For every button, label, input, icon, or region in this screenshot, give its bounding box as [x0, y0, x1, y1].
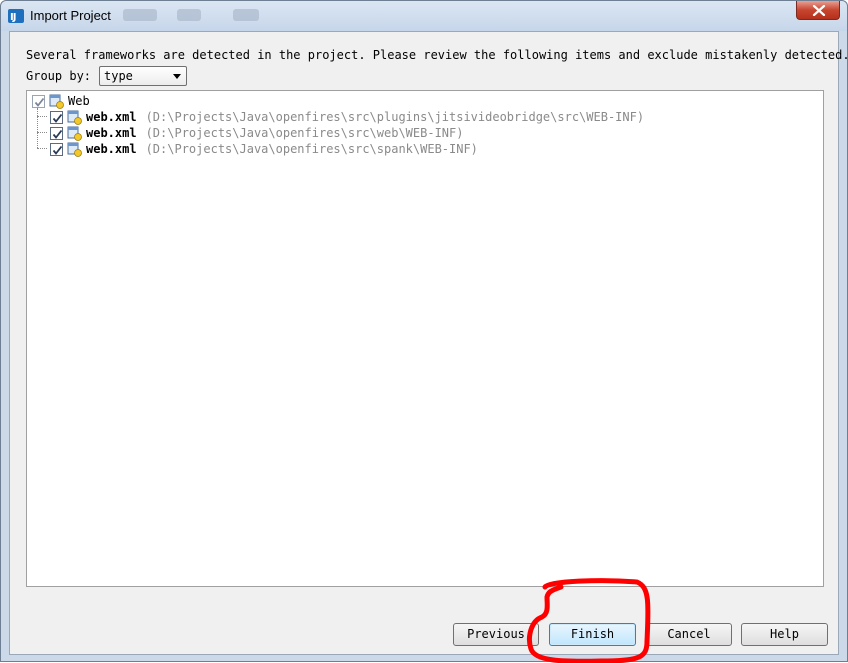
title-bar[interactable]: IJ Import Project [1, 1, 847, 31]
tree-item-web-xml[interactable]: web.xml (D:\Projects\Java\openfires\src\… [50, 141, 478, 157]
dialog-content: Several frameworks are detected in the p… [9, 31, 848, 655]
tree-connector [37, 108, 38, 148]
tree-connector [37, 116, 47, 117]
item-name: web.xml [86, 142, 137, 156]
group-by-value: type [104, 69, 133, 83]
group-by-select[interactable]: type [99, 66, 187, 86]
close-icon [812, 5, 826, 16]
frameworks-tree[interactable]: Web web.xml (D:\Projects\Java\openfires\… [26, 90, 824, 587]
checkmark-icon [52, 113, 63, 123]
item-path: (D:\Projects\Java\openfires\src\spank\WE… [145, 142, 478, 156]
import-project-dialog: IJ Import Project Several frameworks are… [0, 0, 848, 663]
web-xml-file-icon [67, 110, 82, 125]
blurred-background-text [177, 9, 201, 21]
tree-item-web-xml[interactable]: web.xml (D:\Projects\Java\openfires\src\… [50, 125, 463, 141]
previous-button[interactable]: Previous [453, 623, 539, 646]
item-name: web.xml [86, 126, 137, 140]
tree-item-web-xml[interactable]: web.xml (D:\Projects\Java\openfires\src\… [50, 109, 644, 125]
instruction-message: Several frameworks are detected in the p… [26, 48, 848, 62]
finish-button[interactable]: Finish [549, 623, 636, 646]
blurred-background-text [123, 9, 157, 21]
tree-connector [37, 132, 47, 133]
item-path: (D:\Projects\Java\openfires\src\plugins\… [145, 110, 645, 124]
item-path: (D:\Projects\Java\openfires\src\web\WEB-… [145, 126, 464, 140]
cancel-button[interactable]: Cancel [646, 623, 732, 646]
item-checkbox[interactable] [50, 142, 63, 156]
checkmark-icon [34, 97, 45, 107]
help-button[interactable]: Help [741, 623, 828, 646]
checkmark-icon [52, 145, 63, 155]
checkmark-icon [52, 129, 63, 139]
web-checkbox[interactable] [32, 94, 45, 108]
blurred-background-text [233, 9, 259, 21]
web-xml-file-icon [67, 126, 82, 141]
tree-connector [37, 148, 47, 149]
svg-text:IJ: IJ [10, 12, 16, 23]
web-xml-file-icon [67, 142, 82, 157]
window-title: Import Project [30, 8, 111, 23]
item-name: web.xml [86, 110, 137, 124]
item-checkbox[interactable] [50, 110, 63, 124]
group-by-label: Group by: [26, 69, 92, 83]
web-facet-icon [49, 94, 64, 109]
tree-root-web[interactable]: Web [32, 93, 90, 109]
close-button[interactable] [796, 1, 840, 20]
tree-root-label: Web [68, 94, 90, 108]
chevron-down-icon [173, 74, 181, 79]
intellij-app-icon: IJ [8, 8, 24, 24]
item-checkbox[interactable] [50, 126, 63, 140]
